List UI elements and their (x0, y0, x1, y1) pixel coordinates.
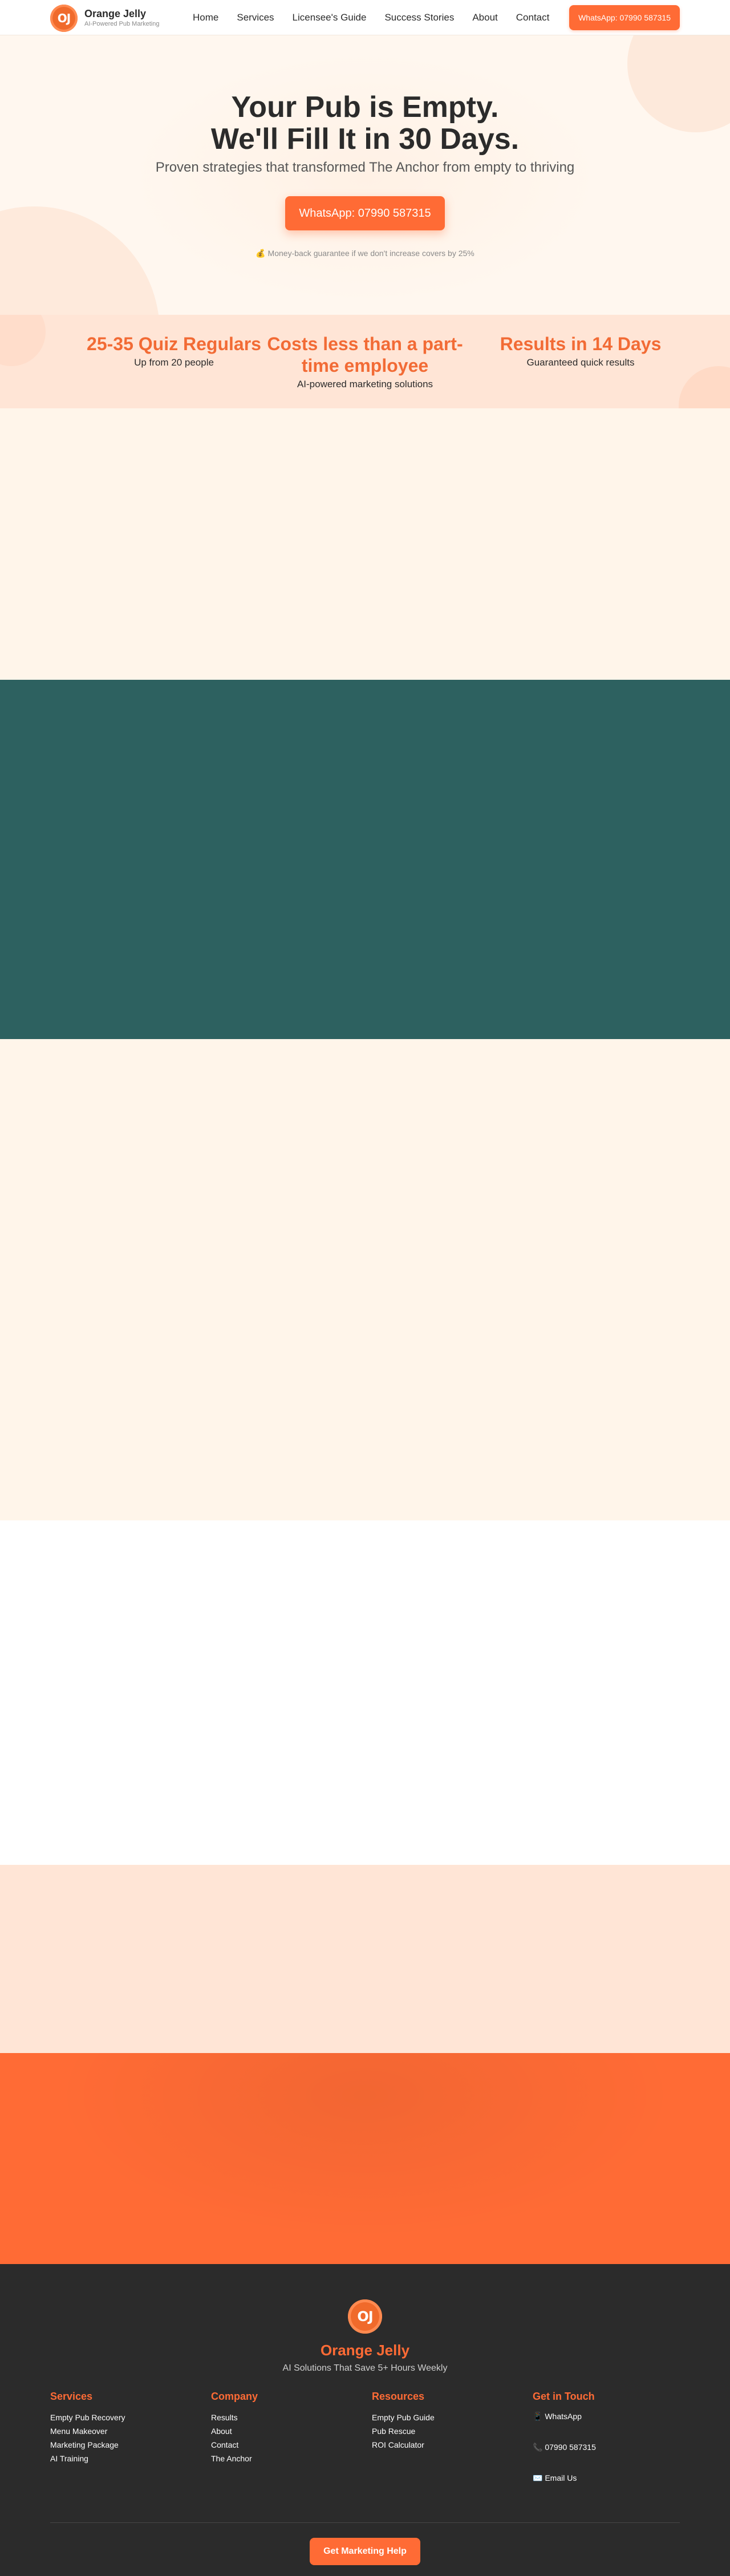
footer-link[interactable]: Empty Pub Guide (372, 2411, 509, 2424)
footer-column-contact: Get in Touch 📱 WhatsApp 📞 07990 587315 ✉… (533, 2391, 670, 2503)
stats-bar: 25-35 Quiz Regulars Up from 20 people Co… (0, 315, 730, 408)
stat-description: Up from 20 people (134, 357, 214, 368)
nav-link-contact[interactable]: Contact (516, 12, 550, 23)
footer-link[interactable]: Empty Pub Recovery (50, 2411, 187, 2424)
nav-link-home[interactable]: Home (193, 12, 218, 23)
footer-column-title: Company (211, 2391, 258, 2402)
nav-whatsapp-button[interactable]: WhatsApp: 07990 587315 (569, 5, 680, 30)
content-section-cream (0, 408, 730, 680)
footer-column-title: Resources (372, 2391, 425, 2402)
footer-link[interactable]: AI Training (50, 2452, 187, 2465)
footer-link[interactable]: Results (211, 2411, 348, 2424)
footer-link[interactable]: Menu Makeover (50, 2424, 187, 2438)
nav-link-services[interactable]: Services (237, 12, 274, 23)
footer-column-company: Company Results About Contact The Anchor (211, 2391, 348, 2465)
footer-logo-icon: OJ (348, 2299, 382, 2334)
footer-link[interactable]: ROI Calculator (372, 2438, 509, 2452)
stat-title: Results in 14 Days (500, 334, 662, 354)
stat-description: Guaranteed quick results (526, 357, 635, 368)
stat-title: 25-35 Quiz Regulars (87, 334, 261, 354)
content-section-cream (0, 1039, 730, 1520)
nav-link-licensees-guide[interactable]: Licensee's Guide (293, 12, 367, 23)
nav-link-success-stories[interactable]: Success Stories (384, 12, 454, 23)
hero-whatsapp-button[interactable]: WhatsApp: 07990 587315 (285, 196, 445, 230)
logo-text: OJ (57, 11, 71, 25)
stat-description: AI-powered marketing solutions (297, 379, 433, 390)
decorative-circle (0, 206, 160, 315)
hero-glow (131, 52, 599, 303)
decorative-circle (0, 315, 46, 366)
content-section-white (0, 1520, 730, 1865)
stat-title: Costs less than a part-time employee (267, 334, 463, 376)
stat-quiz-regulars: 25-35 Quiz Regulars Up from 20 people (71, 333, 277, 368)
decorative-circle (679, 366, 730, 408)
hero-title-line-2: We'll Fill It in 30 Days. (210, 123, 520, 156)
top-navigation: OJ Orange Jelly AI-Powered Pub Marketing… (0, 0, 730, 35)
footer-link[interactable]: Pub Rescue (372, 2424, 509, 2438)
content-section-peach (0, 1865, 730, 2053)
footer-link[interactable]: The Anchor (211, 2452, 348, 2465)
hero-section: Your Pub is Empty. We'll Fill It in 30 D… (0, 35, 730, 315)
stat-results-14-days: Results in 14 Days Guaranteed quick resu… (478, 333, 683, 368)
nav-links: Home Services Licensee's Guide Success S… (193, 0, 567, 35)
footer-email-link[interactable]: ✉️ Email Us (533, 2472, 670, 2484)
orange-jelly-logo-icon: OJ (50, 5, 78, 32)
nav-link-about[interactable]: About (472, 12, 497, 23)
content-section-orange (0, 2053, 730, 2264)
footer-logo-text: OJ (357, 2309, 373, 2325)
money-back-guarantee: 💰 Money-back guarantee if we don't incre… (256, 249, 474, 258)
footer-link[interactable]: About (211, 2424, 348, 2438)
footer-whatsapp-link[interactable]: 📱 WhatsApp (533, 2411, 670, 2422)
footer-phone-link[interactable]: 📞 07990 587315 (533, 2441, 670, 2453)
brand-tagline: AI-Powered Pub Marketing (84, 21, 160, 27)
stat-cost: Costs less than a part-time employee AI-… (262, 333, 468, 390)
get-marketing-help-button[interactable]: Get Marketing Help (310, 2538, 420, 2565)
footer-column-title: Get in Touch (533, 2391, 595, 2402)
footer-tagline: AI Solutions That Save 5+ Hours Weekly (282, 2363, 448, 2373)
footer-column-services: Services Empty Pub Recovery Menu Makeove… (50, 2391, 187, 2465)
brand-home-link[interactable]: OJ Orange Jelly AI-Powered Pub Marketing (50, 5, 159, 32)
footer-link[interactable]: Marketing Package (50, 2438, 187, 2452)
hero-title: Your Pub is Empty. We'll Fill It in 30 D… (0, 91, 730, 155)
brand-name: Orange Jelly (84, 8, 147, 19)
footer-column-title: Services (50, 2391, 93, 2402)
footer-brand-name: Orange Jelly (320, 2342, 410, 2359)
footer-column-resources: Resources Empty Pub Guide Pub Rescue ROI… (372, 2391, 509, 2452)
hero-subtitle: Proven strategies that transformed The A… (155, 160, 575, 175)
footer-link[interactable]: Contact (211, 2438, 348, 2452)
site-footer: OJ Orange Jelly AI Solutions That Save 5… (0, 2264, 730, 2576)
brand-text: Orange Jelly AI-Powered Pub Marketing (84, 8, 159, 29)
hero-title-line-1: Your Pub is Empty. (231, 91, 499, 124)
content-section-teal (0, 680, 730, 1039)
footer-divider (50, 2522, 680, 2523)
